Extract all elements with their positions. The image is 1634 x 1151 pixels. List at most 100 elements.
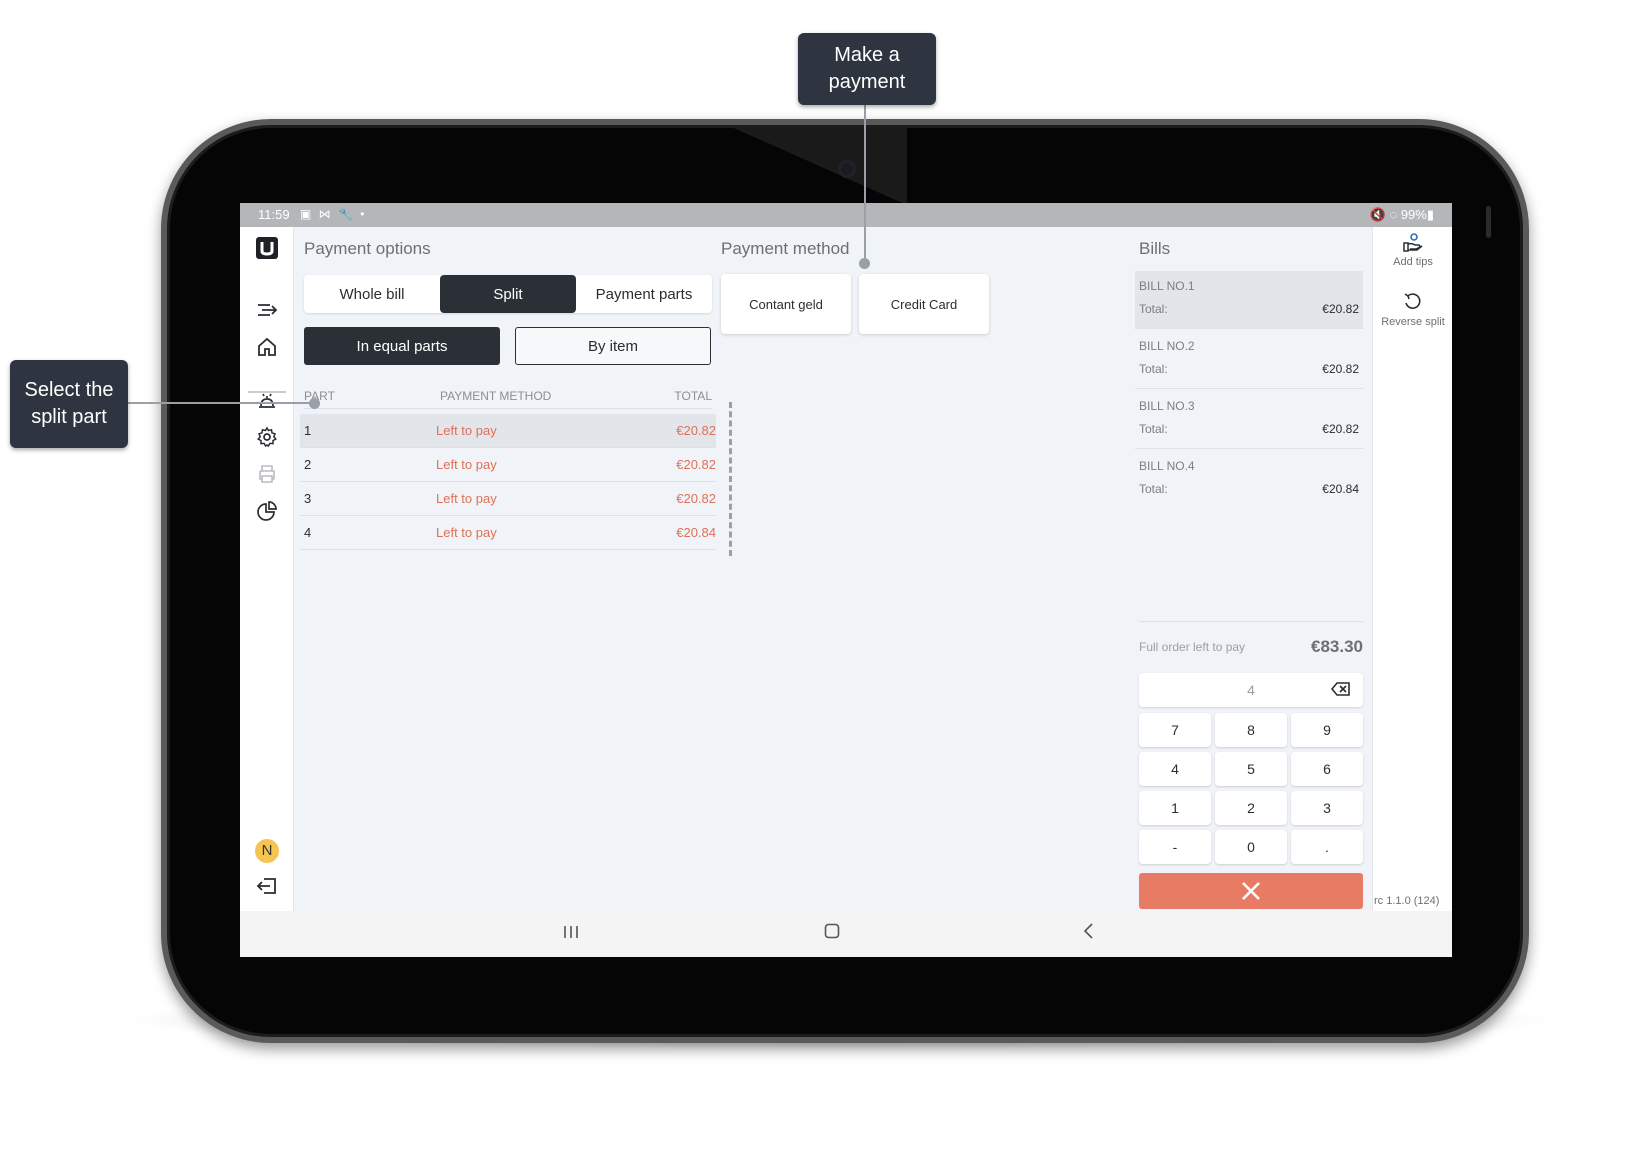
status-right: 🔇 ◌ 99%▮: [1369, 207, 1434, 222]
keypad-key[interactable]: .: [1291, 830, 1363, 864]
bill-total-value: €20.82: [1322, 302, 1359, 316]
keypad-key[interactable]: 3: [1291, 791, 1363, 825]
bills-title: Bills: [1139, 239, 1171, 258]
bill-total-label: Total:: [1139, 302, 1168, 316]
camera-icon: [838, 160, 856, 178]
bill-name: BILL NO.1: [1139, 279, 1195, 293]
keypad-key[interactable]: 2: [1215, 791, 1287, 825]
close-icon: [1242, 882, 1260, 900]
glass-reflection: [727, 125, 907, 205]
back-icon[interactable]: [1082, 923, 1094, 944]
row-method: Left to pay: [436, 491, 497, 506]
home-nav-icon[interactable]: [824, 923, 840, 944]
notification-icons: ▣ ⋈ 🔧 •: [300, 207, 367, 221]
credit-card-method-button[interactable]: Credit Card: [859, 274, 989, 334]
stage: 11:59 ▣ ⋈ 🔧 • 🔇 ◌ 99%▮ N Payment options…: [0, 0, 1634, 1151]
add-tips-button[interactable]: Add tips: [1373, 233, 1452, 268]
callout-text-line: split part: [31, 406, 107, 428]
backspace-icon[interactable]: [1330, 681, 1351, 702]
keypad-key[interactable]: -: [1139, 830, 1211, 864]
amount-input[interactable]: 4: [1139, 673, 1363, 707]
bill-item[interactable]: BILL NO.2 Total: €20.82: [1135, 331, 1363, 389]
service-bell-icon[interactable]: [254, 387, 280, 413]
collapse-icon[interactable]: [254, 297, 280, 323]
row-total: €20.84: [676, 525, 716, 540]
bill-total-value: €20.82: [1322, 422, 1359, 436]
row-method: Left to pay: [436, 423, 497, 438]
row-part: 4: [304, 525, 312, 540]
bill-item[interactable]: BILL NO.1 Total: €20.82: [1135, 271, 1363, 329]
row-part: 3: [304, 491, 312, 506]
home-icon[interactable]: [254, 334, 280, 360]
payment-method-title: Payment method: [721, 239, 850, 258]
tab-whole-bill[interactable]: Whole bill: [304, 275, 440, 313]
table-row[interactable]: 3 Left to pay €20.82: [300, 482, 716, 516]
undo-icon: [1373, 291, 1452, 316]
bills-divider: [1139, 621, 1363, 622]
user-avatar[interactable]: N: [255, 839, 279, 863]
full-order-value: €83.30: [1311, 637, 1363, 656]
add-tips-label: Add tips: [1393, 256, 1433, 268]
reports-icon[interactable]: [254, 498, 280, 524]
tips-hand-icon: [1373, 233, 1452, 256]
android-status-bar: 11:59 ▣ ⋈ 🔧 • 🔇 ◌ 99%▮: [240, 203, 1452, 227]
bill-total-label: Total:: [1139, 362, 1168, 376]
resize-handle[interactable]: [729, 402, 733, 556]
bill-item[interactable]: BILL NO.4 Total: €20.84: [1135, 451, 1363, 509]
recents-icon[interactable]: [563, 923, 579, 944]
android-navigation-bar: [240, 911, 1452, 957]
cancel-button[interactable]: [1139, 873, 1363, 909]
amount-input-value: 4: [1247, 682, 1255, 698]
keypad-key[interactable]: 1: [1139, 791, 1211, 825]
callout-dot: [859, 258, 870, 269]
reverse-split-label: Reverse split: [1381, 316, 1445, 328]
cash-method-button[interactable]: Contant geld: [721, 274, 851, 334]
bill-total-label: Total:: [1139, 482, 1168, 496]
keypad-key[interactable]: 4: [1139, 752, 1211, 786]
callout-make-payment: Make a payment: [798, 33, 936, 105]
by-item-button[interactable]: By item: [515, 327, 711, 365]
keypad-key[interactable]: 0: [1215, 830, 1287, 864]
bill-name: BILL NO.2: [1139, 339, 1195, 353]
row-part: 2: [304, 457, 312, 472]
keypad-key[interactable]: 7: [1139, 713, 1211, 747]
callout-text-line: Select the: [24, 379, 114, 401]
version-label: rc 1.1.0 (124): [1374, 895, 1440, 907]
reverse-split-button[interactable]: Reverse split: [1373, 291, 1452, 328]
payment-options-tabs: Whole bill Split Payment parts: [304, 275, 712, 313]
keypad-key[interactable]: 8: [1215, 713, 1287, 747]
row-method: Left to pay: [436, 525, 497, 540]
bill-total-label: Total:: [1139, 422, 1168, 436]
tab-split[interactable]: Split: [440, 275, 576, 313]
print-icon[interactable]: [254, 461, 280, 487]
tab-payment-parts[interactable]: Payment parts: [576, 275, 712, 313]
bill-item[interactable]: BILL NO.3 Total: €20.82: [1135, 391, 1363, 449]
keypad-key[interactable]: 5: [1215, 752, 1287, 786]
table-row[interactable]: 2 Left to pay €20.82: [300, 448, 716, 482]
row-total: €20.82: [676, 457, 716, 472]
full-order-label: Full order left to pay: [1139, 640, 1246, 654]
bill-total-value: €20.82: [1322, 362, 1359, 376]
callout-line: [864, 104, 866, 262]
header-payment-method: PAYMENT METHOD: [440, 389, 552, 403]
callout-select-split-part: Select the split part: [10, 360, 128, 448]
status-time: 11:59: [258, 207, 290, 222]
logout-icon[interactable]: [254, 873, 280, 899]
left-navigation: N: [240, 227, 294, 911]
header-total: TOTAL: [674, 389, 712, 403]
equal-parts-button[interactable]: In equal parts: [304, 327, 500, 365]
keypad-key[interactable]: 9: [1291, 713, 1363, 747]
row-total: €20.82: [676, 491, 716, 506]
callout-text-line: Make a: [834, 44, 900, 66]
bill-total-value: €20.84: [1322, 482, 1359, 496]
bill-name: BILL NO.4: [1139, 459, 1195, 473]
side-button: [1486, 206, 1491, 238]
tablet-screen: 11:59 ▣ ⋈ 🔧 • 🔇 ◌ 99%▮ N Payment options…: [240, 203, 1452, 957]
table-row[interactable]: 4 Left to pay €20.84: [300, 516, 716, 550]
parts-table-header: PART PAYMENT METHOD TOTAL: [304, 385, 712, 409]
settings-icon[interactable]: [254, 424, 280, 450]
table-row[interactable]: 1 Left to pay €20.82: [300, 414, 716, 448]
logo-icon[interactable]: [254, 235, 280, 261]
payment-options-title: Payment options: [304, 239, 431, 258]
keypad-key[interactable]: 6: [1291, 752, 1363, 786]
